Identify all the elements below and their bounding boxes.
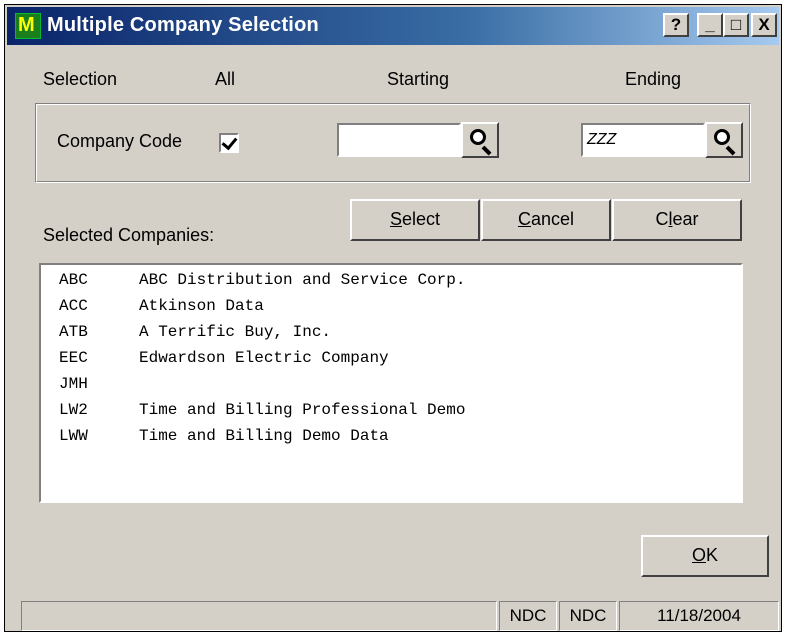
header-starting: Starting xyxy=(387,69,450,89)
status-pane-company: NDC xyxy=(499,601,557,631)
select-button[interactable]: Select xyxy=(350,199,480,241)
close-button[interactable]: X xyxy=(751,13,777,37)
ending-lookup-button[interactable] xyxy=(705,122,743,158)
companies-listbox[interactable]: ABC ABC Distribution and Service Corp. AC… xyxy=(39,263,743,503)
status-bar: NDC NDC 11/18/2004 xyxy=(21,601,779,631)
ok-button[interactable]: OK xyxy=(641,535,769,577)
company-code-label: Company Code xyxy=(57,131,183,151)
selected-companies-label: Selected Companies: xyxy=(43,225,215,245)
ending-field[interactable]: ZZZ xyxy=(581,123,705,157)
help-button[interactable]: ? xyxy=(663,13,689,37)
title-bar[interactable]: Multiple Company Selection ? _ □ X xyxy=(7,7,779,45)
status-pane-message xyxy=(21,601,497,631)
maximize-button[interactable]: □ xyxy=(723,13,749,37)
header-selection: Selection xyxy=(43,69,118,89)
cancel-button[interactable]: Cancel xyxy=(481,199,611,241)
header-ending: Ending xyxy=(625,69,682,89)
all-checkbox[interactable] xyxy=(219,133,239,153)
starting-lookup-button[interactable] xyxy=(461,122,499,158)
dialog-window: Multiple Company Selection ? _ □ X Selec… xyxy=(4,4,782,632)
clear-button[interactable]: Clear xyxy=(612,199,742,241)
starting-field[interactable] xyxy=(337,123,461,157)
window-title: Multiple Company Selection xyxy=(47,14,319,36)
status-pane-company-2: NDC xyxy=(559,601,617,631)
app-icon xyxy=(15,13,41,39)
header-all: All xyxy=(215,69,236,89)
minimize-button[interactable]: _ xyxy=(697,13,723,37)
status-pane-date: 11/18/2004 xyxy=(619,601,779,631)
